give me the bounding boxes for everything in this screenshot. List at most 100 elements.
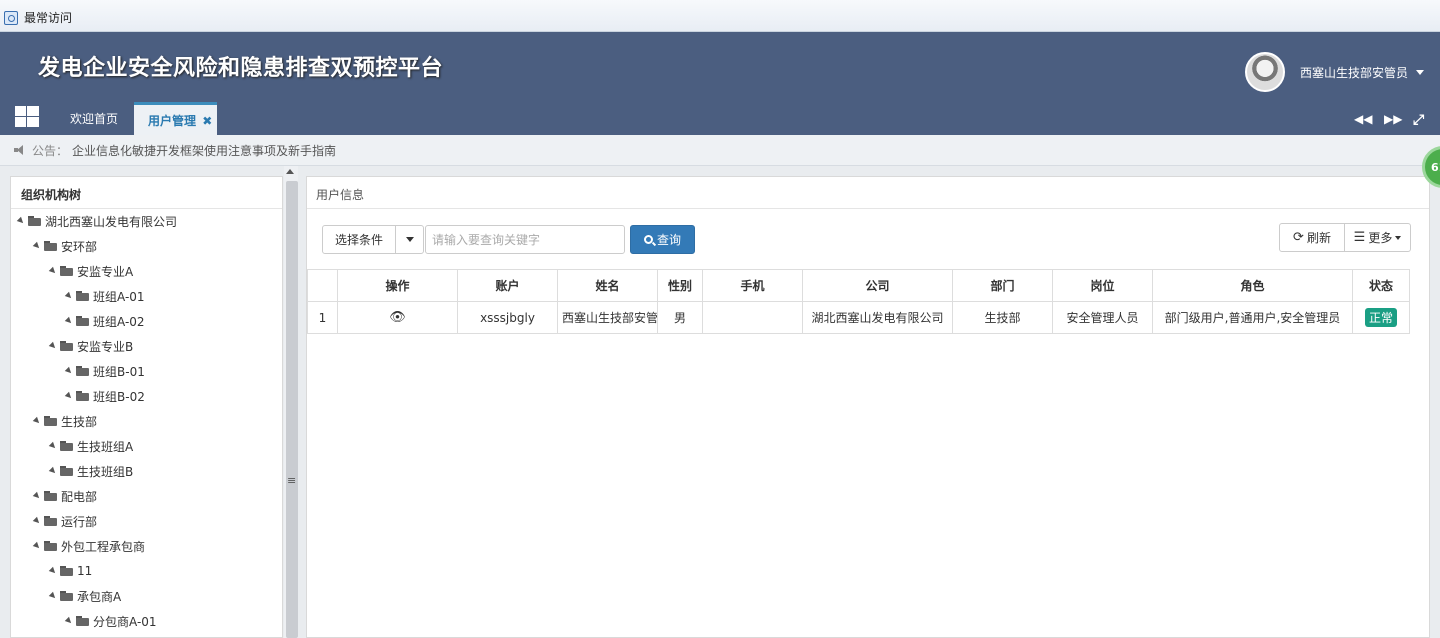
cell-post: 安全管理人员 xyxy=(1052,301,1153,334)
condition-dropdown-button[interactable] xyxy=(395,225,424,254)
app-header: 发电企业安全风险和隐患排查双预控平台 西塞山生技部安管员 欢迎首页 用户管理 ✖… xyxy=(0,32,1440,135)
expand-triangle-icon[interactable] xyxy=(64,366,74,376)
tab-user-management[interactable]: 用户管理 ✖ xyxy=(134,102,217,135)
condition-select-button[interactable]: 选择条件 xyxy=(322,225,396,254)
expand-triangle-icon[interactable] xyxy=(32,491,42,501)
tab-next-button[interactable]: ▶▶ xyxy=(1384,112,1402,126)
expand-triangle-icon[interactable] xyxy=(48,466,58,476)
tree-node[interactable]: 生技班组B xyxy=(48,461,133,481)
cell-dept: 生技部 xyxy=(952,301,1053,334)
expand-triangle-icon[interactable] xyxy=(32,516,42,526)
tree-node-label: 安环部 xyxy=(61,239,98,254)
folder-open-icon xyxy=(28,216,42,226)
cell-status: 正常 xyxy=(1352,301,1410,334)
view-eye-icon[interactable]: 👁 xyxy=(389,310,406,325)
tree-node[interactable]: 班组B-01 xyxy=(64,361,145,381)
expand-triangle-icon[interactable] xyxy=(48,341,58,351)
tree-node[interactable]: 外包工程承包商 xyxy=(32,536,145,556)
tree-node[interactable]: 分包商A-01 xyxy=(64,611,157,631)
col-phone[interactable]: 手机 xyxy=(702,269,803,302)
col-status[interactable]: 状态 xyxy=(1352,269,1410,302)
notice-text[interactable]: 企业信息化敏捷开发框架使用注意事项及新手指南 xyxy=(72,142,336,159)
refresh-icon: ⟳ xyxy=(1293,230,1304,245)
expand-triangle-icon[interactable] xyxy=(48,266,58,276)
cell-index: 1 xyxy=(307,301,338,334)
expand-triangle-icon[interactable] xyxy=(48,591,58,601)
expand-triangle-icon[interactable] xyxy=(64,391,74,401)
expand-triangle-icon[interactable] xyxy=(32,541,42,551)
tree-node-label: 生技部 xyxy=(61,414,98,429)
tree-node[interactable]: 运行部 xyxy=(32,511,98,531)
tree-node[interactable]: 班组A-01 xyxy=(64,286,145,306)
expand-triangle-icon[interactable] xyxy=(32,416,42,426)
tree-node-label: 运行部 xyxy=(61,514,98,529)
more-button[interactable]: ☰ 更多 xyxy=(1344,223,1411,252)
col-role[interactable]: 角色 xyxy=(1152,269,1353,302)
col-index xyxy=(307,269,338,302)
col-company[interactable]: 公司 xyxy=(802,269,953,302)
expand-triangle-icon[interactable] xyxy=(48,566,58,576)
tree-node[interactable]: 安监专业B xyxy=(48,336,133,356)
tab-prev-button[interactable]: ◀◀ xyxy=(1354,112,1372,126)
notice-label: 公告： xyxy=(32,143,69,158)
cell-company: 湖北西塞山发电有限公司 xyxy=(802,301,953,334)
refresh-button[interactable]: ⟳ 刷新 xyxy=(1279,223,1345,252)
tree-node-label: 班组A-02 xyxy=(93,314,145,329)
caret-down-icon xyxy=(1395,235,1402,240)
expand-triangle-icon[interactable] xyxy=(64,291,74,301)
cell-action: 👁 xyxy=(337,301,458,334)
expand-triangle-icon[interactable] xyxy=(48,441,58,451)
tree-node[interactable]: 承包商A xyxy=(48,586,121,606)
fullscreen-button[interactable]: ⤢ xyxy=(1413,112,1424,128)
query-button[interactable]: 查询 xyxy=(630,225,695,254)
tree-node-label: 湖北西塞山发电有限公司 xyxy=(45,214,178,229)
scrollbar-thumb[interactable] xyxy=(286,181,298,638)
folder-open-icon xyxy=(44,541,58,551)
tree-node[interactable]: 11 xyxy=(48,561,92,581)
expand-triangle-icon[interactable] xyxy=(64,316,74,326)
speaker-icon xyxy=(14,145,24,155)
splitter-grip-icon[interactable]: ≡ xyxy=(287,474,296,487)
tree-node[interactable]: 配电部 xyxy=(32,486,98,506)
expand-triangle-icon[interactable] xyxy=(16,216,26,226)
tree-node[interactable]: 班组B-02 xyxy=(64,386,145,406)
bookmarks-bar: 最常访问 xyxy=(0,0,1440,32)
close-icon[interactable]: ✖ xyxy=(202,114,212,128)
table-row[interactable]: 1 👁 xsssjbgly 西塞山生技部安管 男 湖北西塞山发电有限公司 生技部… xyxy=(307,301,1410,334)
tree-node[interactable]: 湖北西塞山发电有限公司 xyxy=(16,211,178,231)
user-table: 操作 账户 姓名 性别 手机 公司 部门 岗位 角色 状态 1 👁 xsssjb… xyxy=(307,269,1410,334)
expand-triangle-icon[interactable] xyxy=(32,241,42,251)
expand-triangle-icon[interactable] xyxy=(64,616,74,626)
app-title: 发电企业安全风险和隐患排查双预控平台 xyxy=(38,56,444,81)
tree-node-label: 配电部 xyxy=(61,489,98,504)
user-name[interactable]: 西塞山生技部安管员 xyxy=(1300,64,1408,81)
bookmark-most-visited[interactable]: 最常访问 xyxy=(4,9,72,26)
folder-open-icon xyxy=(76,291,90,301)
tree-node[interactable]: 班组A-02 xyxy=(64,311,145,331)
tree-node[interactable]: 生技班组A xyxy=(48,436,133,456)
search-input[interactable] xyxy=(425,225,625,254)
folder-open-icon xyxy=(60,266,74,276)
col-post[interactable]: 岗位 xyxy=(1052,269,1153,302)
user-menu-caret-icon[interactable] xyxy=(1416,70,1424,75)
user-info-panel: 用户信息 选择条件 查询 ⟳ 刷新 ☰ 更多 操作 账户 姓名 性别 手机 公司… xyxy=(306,176,1430,638)
user-info-title: 用户信息 xyxy=(307,177,1429,209)
windows-logo-icon[interactable] xyxy=(15,106,39,128)
list-icon: ☰ xyxy=(1353,230,1366,245)
col-name[interactable]: 姓名 xyxy=(557,269,658,302)
tree-node[interactable]: 安监专业A xyxy=(48,261,133,281)
avatar[interactable] xyxy=(1245,52,1285,92)
scroll-up-icon[interactable] xyxy=(286,169,294,174)
org-tree-title: 组织机构树 xyxy=(11,177,282,209)
col-dept[interactable]: 部门 xyxy=(952,269,1053,302)
col-gender[interactable]: 性别 xyxy=(657,269,703,302)
tab-welcome[interactable]: 欢迎首页 xyxy=(58,102,130,135)
tree-node[interactable]: 生技部 xyxy=(32,411,98,431)
tree-node[interactable]: 安环部 xyxy=(32,236,98,256)
cell-phone xyxy=(702,301,803,334)
folder-open-icon xyxy=(76,316,90,326)
cell-account: xsssjbgly xyxy=(457,301,558,334)
col-account[interactable]: 账户 xyxy=(457,269,558,302)
col-action[interactable]: 操作 xyxy=(337,269,458,302)
tree-node-label: 班组A-01 xyxy=(93,289,145,304)
